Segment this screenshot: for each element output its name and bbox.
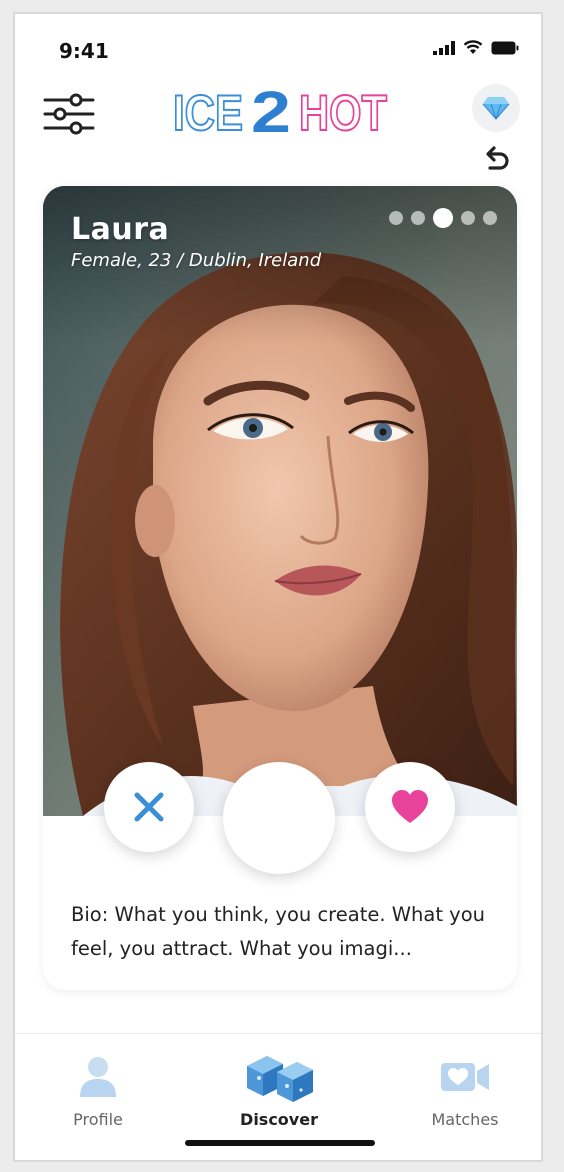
status-time: 9:41 bbox=[59, 39, 109, 63]
sliders-icon bbox=[43, 93, 95, 135]
logo-hot: HOT bbox=[299, 85, 387, 140]
photo-pager[interactable] bbox=[389, 208, 497, 228]
pager-dot[interactable] bbox=[389, 211, 403, 225]
home-indicator bbox=[185, 1140, 375, 1146]
signal-icon bbox=[433, 40, 455, 55]
heart-icon bbox=[392, 790, 428, 823]
neutral-button[interactable] bbox=[223, 762, 335, 874]
battery-icon bbox=[491, 41, 519, 54]
tab-label-discover: Discover bbox=[240, 1110, 318, 1129]
phone-screen: 9:41 ICE 2 HOT Laura Female, 23 / Dublin… bbox=[13, 12, 543, 1162]
app-logo: ICE 2 HOT bbox=[172, 80, 388, 140]
pager-dot[interactable] bbox=[483, 211, 497, 225]
tab-matches[interactable]: Matches bbox=[400, 1052, 530, 1129]
portrait-illustration bbox=[43, 186, 517, 816]
status-icons bbox=[433, 40, 519, 55]
pager-dot[interactable] bbox=[461, 211, 475, 225]
logo-ice: ICE bbox=[173, 85, 243, 140]
wifi-icon bbox=[463, 40, 483, 54]
undo-button[interactable] bbox=[481, 144, 513, 176]
profile-details: Female, 23 / Dublin, Ireland bbox=[71, 250, 322, 271]
tab-profile[interactable]: Profile bbox=[33, 1052, 163, 1129]
tab-discover[interactable]: Discover bbox=[214, 1052, 344, 1129]
undo-icon bbox=[486, 146, 509, 170]
tab-label-profile: Profile bbox=[73, 1110, 123, 1129]
profile-bio: Bio: What you think, you create. What yo… bbox=[71, 903, 486, 960]
profile-card[interactable]: Laura Female, 23 / Dublin, Ireland Bio: … bbox=[43, 186, 517, 990]
video-heart-icon bbox=[441, 1063, 489, 1091]
filter-button[interactable] bbox=[43, 88, 95, 140]
diamond-icon bbox=[482, 97, 510, 120]
profile-name: Laura bbox=[71, 212, 170, 247]
like-button[interactable] bbox=[365, 762, 455, 852]
close-icon bbox=[134, 792, 164, 822]
bottom-tab-bar: Profile Discover Matches bbox=[15, 1033, 541, 1160]
profile-photo[interactable]: Laura Female, 23 / Dublin, Ireland bbox=[43, 186, 517, 816]
ice-cubes-icon bbox=[247, 1056, 313, 1102]
premium-button[interactable] bbox=[472, 84, 520, 132]
person-icon bbox=[80, 1057, 116, 1097]
pager-dot-active[interactable] bbox=[433, 208, 453, 228]
dislike-button[interactable] bbox=[104, 762, 194, 852]
logo-2: 2 bbox=[251, 80, 291, 140]
tab-label-matches: Matches bbox=[431, 1110, 499, 1129]
pager-dot[interactable] bbox=[411, 211, 425, 225]
